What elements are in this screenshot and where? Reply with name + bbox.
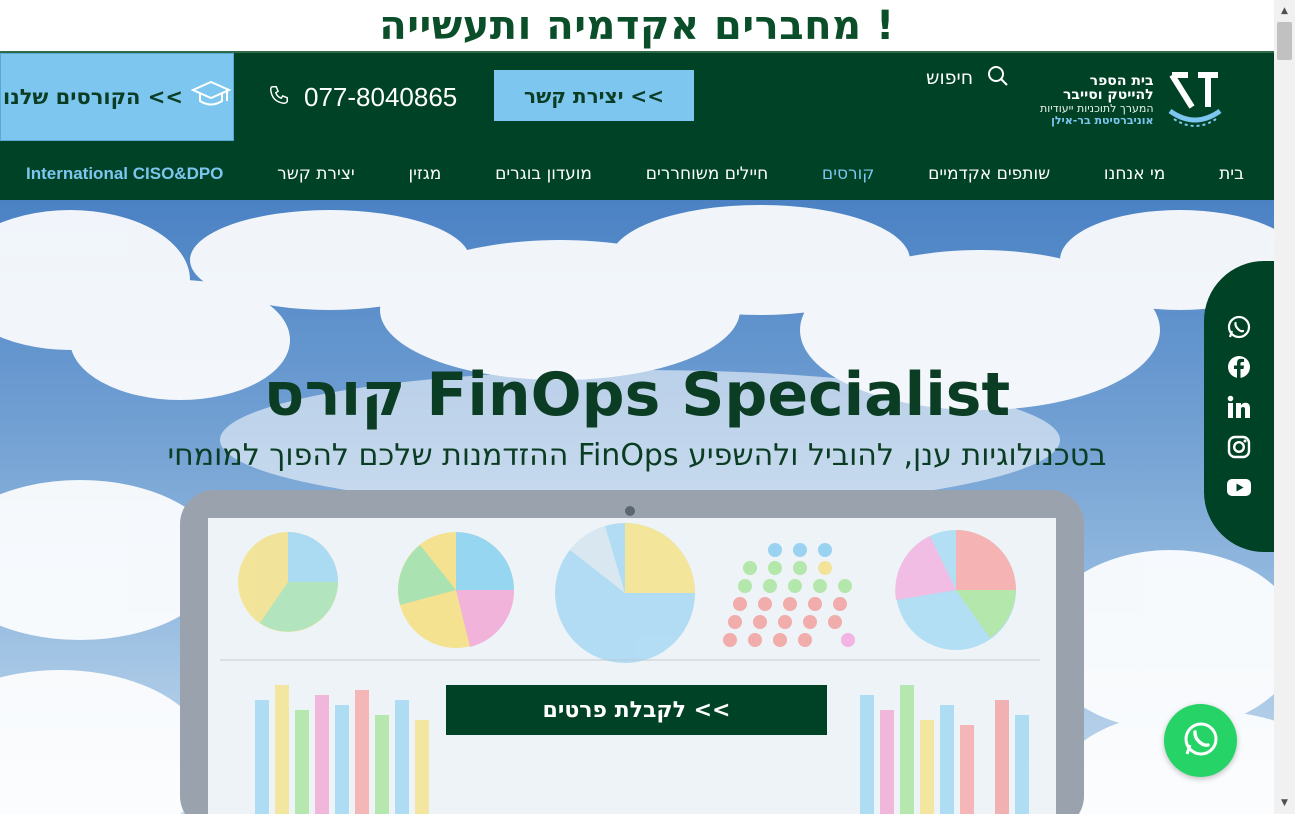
search-label: חיפוש — [926, 67, 974, 89]
nav-item-home[interactable]: בית — [1219, 164, 1244, 184]
nav-item-international[interactable]: International CISO&DPO — [26, 164, 223, 184]
site-logo[interactable]: בית הספר להייטק וסייבר המערך לתוכניות יי… — [1040, 65, 1250, 135]
whatsapp-chat-button[interactable] — [1164, 704, 1237, 777]
logo-mark-icon — [1164, 67, 1226, 133]
phone-number[interactable]: 077-8040865 — [268, 79, 457, 115]
phone-icon — [268, 82, 290, 113]
get-details-button[interactable]: לקבלת פרטים << — [446, 685, 827, 735]
whatsapp-float-icon — [1181, 719, 1221, 763]
top-banner: מחברים אקדמיה ותעשייה ! — [0, 0, 1274, 51]
logo-line-4: אוניברסיטת בר-אילן — [1051, 113, 1154, 127]
whatsapp-icon[interactable] — [1226, 314, 1252, 340]
search-button[interactable]: חיפוש — [926, 63, 1009, 93]
hero-section: קורס FinOps Specialist ההזדמנות שלכם להפ… — [0, 200, 1274, 814]
banner-title: מחברים אקדמיה ותעשייה ! — [379, 2, 895, 49]
site-header: הקורסים שלנו << 077-8040865 יצירת קשר <<… — [0, 51, 1274, 147]
logo-line-3: המערך לתוכניות ייעודיות — [1040, 102, 1154, 116]
logo-line-2: להייטק וסייבר — [1062, 87, 1154, 104]
scroll-up-arrow-icon[interactable]: ▲ — [1274, 2, 1295, 20]
hero-subtitle: ההזדמנות שלכם להפוך למומחי FinOps בטכנול… — [167, 438, 1107, 473]
facebook-icon[interactable] — [1226, 354, 1252, 380]
scroll-down-arrow-icon[interactable]: ▼ — [1274, 794, 1295, 812]
scroll-thumb[interactable] — [1277, 22, 1292, 60]
courses-button-label: הקורסים שלנו << — [3, 85, 183, 109]
nav-item-magazine[interactable]: מגזין — [408, 164, 441, 184]
instagram-icon[interactable] — [1226, 434, 1252, 460]
nav-item-alumni[interactable]: מועדון בוגרים — [495, 164, 592, 184]
youtube-icon[interactable] — [1226, 474, 1252, 500]
nav-item-courses[interactable]: קורסים — [822, 164, 874, 184]
nav-item-veterans[interactable]: חיילים משוחררים — [646, 164, 768, 184]
nav-item-partners[interactable]: שותפים אקדמיים — [928, 164, 1050, 184]
search-icon — [987, 65, 1009, 92]
our-courses-button[interactable]: הקורסים שלנו << — [0, 53, 234, 141]
page-scrollbar[interactable]: ▲ ▼ — [1274, 0, 1295, 814]
graduation-cap-icon — [190, 79, 232, 116]
contact-button[interactable]: יצירת קשר << — [494, 70, 694, 121]
social-sidebar — [1204, 261, 1274, 552]
main-nav: בית מי אנחנו שותפים אקדמיים קורסים חיילי… — [0, 147, 1274, 200]
nav-item-about[interactable]: מי אנחנו — [1104, 164, 1165, 184]
nav-item-contact[interactable]: יצירת קשר — [277, 164, 355, 184]
linkedin-icon[interactable] — [1226, 394, 1252, 420]
logo-line-1: בית הספר — [1089, 72, 1154, 89]
hero-title: קורס FinOps Specialist — [263, 360, 1011, 430]
logo-text: בית הספר להייטק וסייבר המערך לתוכניות יי… — [1040, 74, 1154, 126]
phone-text: 077-8040865 — [304, 81, 458, 112]
